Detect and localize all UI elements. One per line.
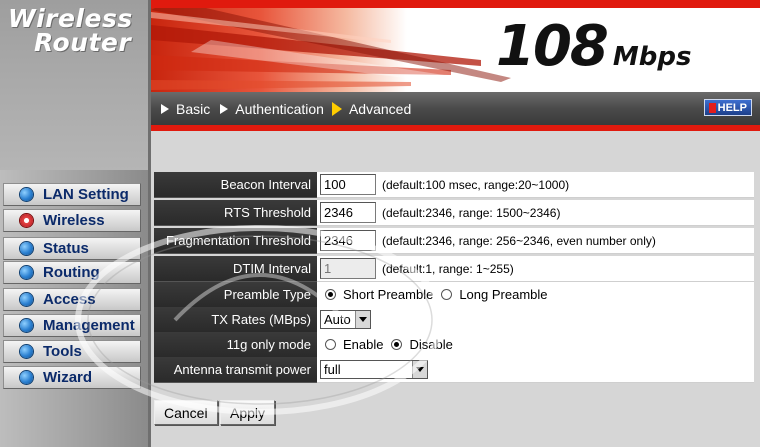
help-button[interactable]: HELP bbox=[703, 99, 752, 116]
cancel-button[interactable]: Cancel bbox=[154, 400, 218, 425]
tab-bar: Basic Authentication Advanced HELP bbox=[151, 92, 760, 125]
advanced-settings-panel: Beacon Interval 100 (default:100 msec, r… bbox=[151, 131, 760, 447]
tab-advanced[interactable]: Advanced bbox=[331, 100, 412, 117]
tab-label: Basic bbox=[176, 100, 211, 117]
logo-text-line2: Router bbox=[34, 28, 132, 57]
nav-item-label: Status bbox=[43, 240, 89, 257]
g-only-enable-radio[interactable] bbox=[325, 339, 336, 350]
g-only-mode-row: 11g only mode Enable Disable bbox=[154, 332, 754, 358]
long-preamble-label: Long Preamble bbox=[459, 287, 548, 302]
nav-item-label: Wireless bbox=[43, 212, 105, 229]
chevron-down-icon bbox=[412, 361, 427, 378]
tab-label: Authentication bbox=[235, 100, 324, 117]
rts-threshold-label: RTS Threshold bbox=[154, 200, 317, 226]
nav-bullet-icon bbox=[20, 319, 33, 332]
rts-threshold-cell: 2346 (default:2346, range: 1500~2346) bbox=[317, 200, 754, 226]
antenna-power-row: Antenna transmit power full bbox=[154, 357, 754, 383]
antenna-power-select[interactable]: full bbox=[320, 360, 428, 379]
nav-bullet-active-icon bbox=[20, 214, 33, 227]
tx-rates-row: TX Rates (MBps) Auto bbox=[154, 307, 754, 333]
dtim-interval-input[interactable]: 1 bbox=[320, 258, 376, 279]
triangle-right-icon bbox=[220, 103, 229, 114]
nav-item-tools[interactable]: Tools bbox=[3, 340, 141, 363]
rts-threshold-input[interactable]: 2346 bbox=[320, 202, 376, 223]
dtim-interval-row: DTIM Interval 1 (default:1, range: 1~255… bbox=[154, 256, 754, 282]
nav-item-access[interactable]: Access bbox=[3, 288, 141, 311]
antenna-power-value: full bbox=[324, 362, 341, 377]
tx-rates-select[interactable]: Auto bbox=[320, 310, 371, 329]
dtim-interval-label: DTIM Interval bbox=[154, 256, 317, 282]
nav-item-label: Tools bbox=[43, 343, 82, 360]
rts-threshold-hint: (default:2346, range: 1500~2346) bbox=[382, 205, 561, 220]
tab-label: Advanced bbox=[348, 100, 412, 117]
g-only-disable-label: Disable bbox=[409, 337, 453, 352]
dtim-interval-cell: 1 (default:1, range: 1~255) bbox=[317, 256, 754, 282]
speed-badge: 108 Mbps bbox=[496, 14, 691, 79]
triangle-right-active-icon bbox=[331, 101, 342, 116]
tx-rates-cell: Auto bbox=[317, 307, 754, 333]
apply-button[interactable]: Apply bbox=[220, 400, 276, 425]
speed-unit: Mbps bbox=[612, 42, 692, 72]
g-only-mode-cell: Enable Disable bbox=[317, 332, 754, 358]
nav-bullet-icon bbox=[20, 371, 33, 384]
nav-item-label: LAN Setting bbox=[43, 186, 129, 203]
beacon-interval-hint: (default:100 msec, range:20~1000) bbox=[382, 177, 570, 192]
fragmentation-threshold-hint: (default:2346, range: 256~2346, even num… bbox=[382, 233, 656, 248]
speed-number: 108 bbox=[496, 14, 609, 79]
tab-authentication[interactable]: Authentication bbox=[220, 101, 324, 117]
banner-top-stripe bbox=[151, 0, 760, 8]
antenna-power-label: Antenna transmit power bbox=[154, 357, 317, 383]
nav-item-wizard[interactable]: Wizard bbox=[3, 366, 141, 389]
rts-threshold-row: RTS Threshold 2346 (default:2346, range:… bbox=[154, 200, 754, 226]
nav-item-wireless[interactable]: Wireless bbox=[3, 209, 141, 232]
sidebar-header: Wireless Router bbox=[0, 0, 150, 170]
chevron-down-icon bbox=[355, 311, 370, 328]
fragmentation-threshold-cell: 2346 (default:2346, range: 256~2346, eve… bbox=[317, 228, 754, 254]
g-only-mode-label: 11g only mode bbox=[154, 332, 317, 358]
tab-basic[interactable]: Basic bbox=[161, 101, 210, 117]
nav-item-label: Wizard bbox=[43, 369, 93, 386]
short-preamble-radio[interactable] bbox=[325, 289, 336, 300]
tx-rates-value: Auto bbox=[324, 312, 351, 327]
nav-item-status[interactable]: Status bbox=[3, 237, 141, 260]
nav-bullet-icon bbox=[20, 293, 33, 306]
help-icon bbox=[708, 102, 716, 113]
beacon-interval-label: Beacon Interval bbox=[154, 172, 317, 198]
dtim-interval-hint: (default:1, range: 1~255) bbox=[382, 261, 514, 276]
nav-item-label: Management bbox=[43, 317, 135, 334]
long-preamble-radio[interactable] bbox=[441, 289, 453, 300]
g-only-enable-label: Enable bbox=[343, 337, 384, 352]
nav-item-management[interactable]: Management bbox=[3, 314, 141, 337]
fragmentation-threshold-input[interactable]: 2346 bbox=[320, 230, 376, 251]
preamble-type-cell: Short Preamble Long Preamble bbox=[317, 282, 754, 308]
beacon-interval-row: Beacon Interval 100 (default:100 msec, r… bbox=[154, 172, 754, 198]
beacon-interval-cell: 100 (default:100 msec, range:20~1000) bbox=[317, 172, 754, 198]
fragmentation-threshold-label: Fragmentation Threshold bbox=[154, 228, 317, 254]
g-only-disable-radio[interactable] bbox=[391, 339, 403, 350]
nav-bullet-icon bbox=[20, 242, 33, 255]
nav-bullet-icon bbox=[20, 266, 33, 279]
help-label: HELP bbox=[717, 101, 747, 114]
nav-item-label: Access bbox=[43, 291, 96, 308]
fragmentation-threshold-row: Fragmentation Threshold 2346 (default:23… bbox=[154, 228, 754, 254]
tx-rates-label: TX Rates (MBps) bbox=[154, 307, 317, 333]
short-preamble-label: Short Preamble bbox=[343, 287, 434, 302]
beacon-interval-input[interactable]: 100 bbox=[320, 174, 376, 195]
antenna-power-cell: full bbox=[317, 357, 754, 383]
nav-bullet-icon bbox=[20, 345, 33, 358]
nav-item-routing[interactable]: Routing bbox=[3, 261, 141, 284]
preamble-type-label: Preamble Type bbox=[154, 282, 317, 308]
preamble-type-row: Preamble Type Short Preamble Long Preamb… bbox=[154, 282, 754, 308]
nav-bullet-icon bbox=[20, 188, 33, 201]
nav-item-lan-setting[interactable]: LAN Setting bbox=[3, 183, 141, 206]
nav-item-label: Routing bbox=[43, 264, 100, 281]
triangle-right-icon bbox=[161, 103, 169, 114]
